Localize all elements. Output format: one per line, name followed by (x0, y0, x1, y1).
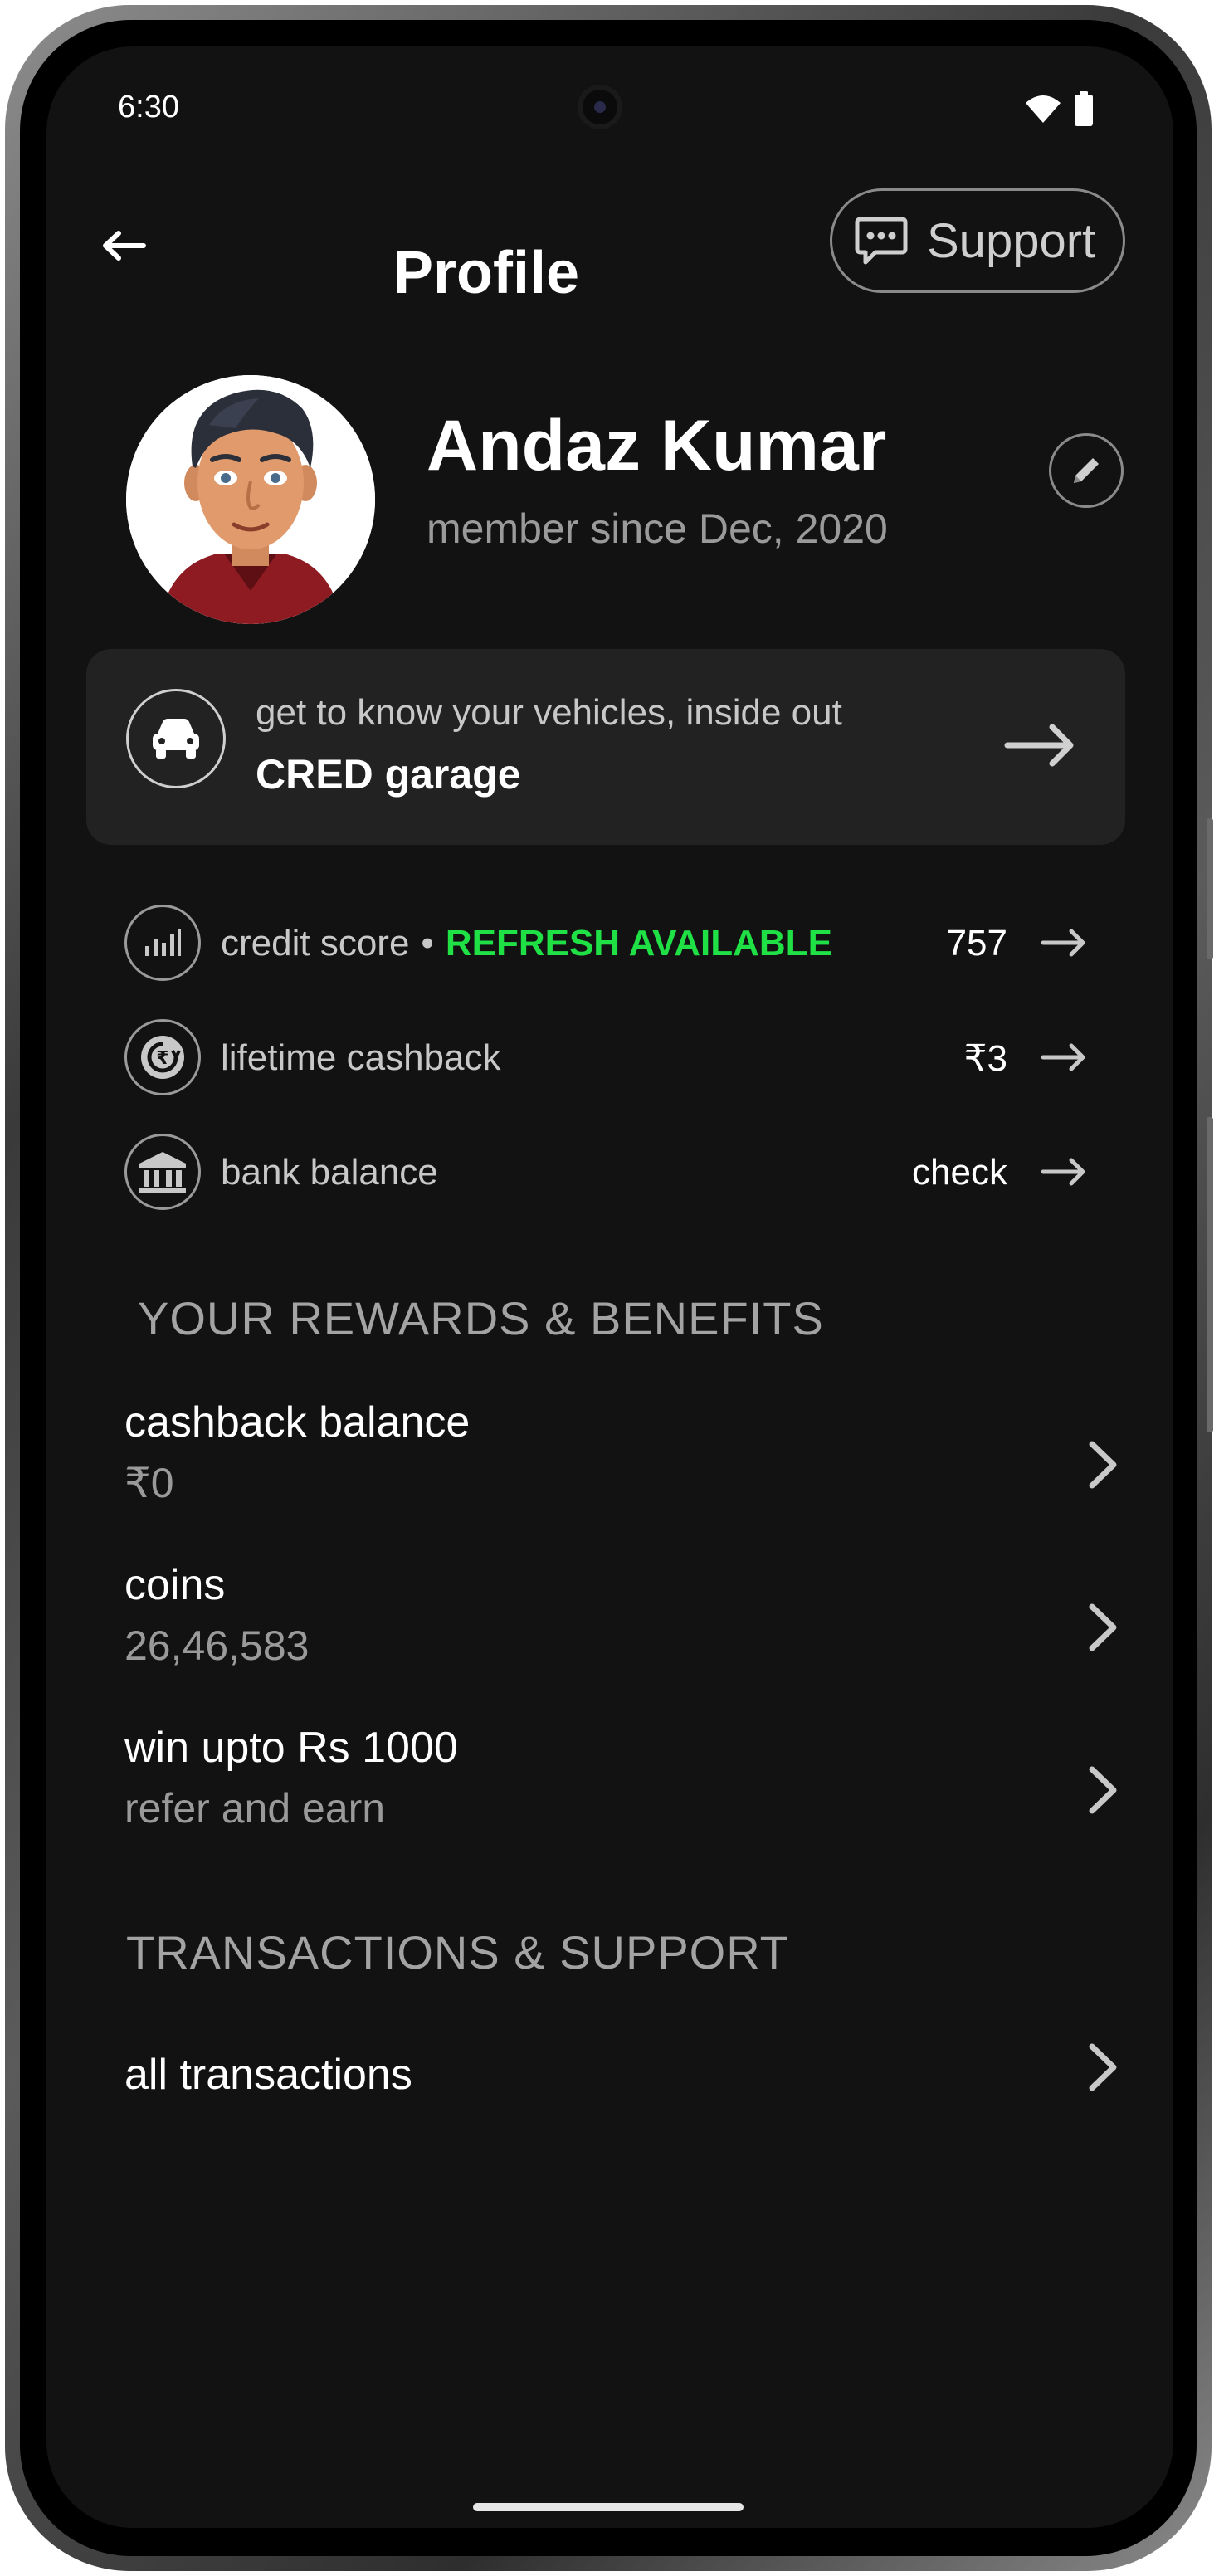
chevron-right-icon (1089, 1441, 1117, 1489)
credit-score-row[interactable]: credit score • REFRESH AVAILABLE 757 (124, 905, 1087, 981)
car-icon (126, 689, 226, 788)
chat-bubble-icon (855, 217, 908, 265)
status-icons (1024, 91, 1094, 130)
bank-balance-label: bank balance (221, 1152, 438, 1193)
cred-garage-card[interactable]: get to know your vehicles, inside out CR… (86, 649, 1125, 845)
svg-text:₹: ₹ (156, 1048, 168, 1069)
cashback-icon: ₹ (124, 1019, 201, 1095)
bank-balance-row[interactable]: bank balance check (124, 1134, 1087, 1210)
back-button[interactable] (91, 212, 158, 279)
refer-and-earn-item[interactable]: win upto Rs 1000 refer and earn (124, 1723, 1120, 1832)
credit-score-text: credit score (221, 923, 410, 964)
power-button (1207, 1117, 1213, 1432)
page-title: Profile (393, 240, 580, 306)
app-screen: 6:30 Profile Support Andaz Kumar member … (46, 46, 1173, 2528)
user-name: Andaz Kumar (427, 406, 887, 485)
edit-profile-button[interactable] (1049, 433, 1124, 508)
arrow-right-icon (1041, 1042, 1087, 1076)
coins-title: coins (124, 1561, 226, 1609)
lifetime-cashback-label: lifetime cashback (221, 1037, 501, 1078)
cashback-balance-title: cashback balance (124, 1398, 471, 1447)
chevron-right-icon (1089, 2043, 1117, 2091)
arrow-right-icon (1004, 722, 1075, 773)
all-transactions-item[interactable]: all transactions (124, 2043, 1120, 2100)
bar-chart-icon (124, 905, 201, 981)
volume-button (1207, 818, 1213, 959)
support-button[interactable]: Support (830, 188, 1125, 293)
avatar[interactable] (126, 375, 375, 624)
arrow-right-icon (1041, 928, 1087, 962)
back-arrow-icon (103, 231, 146, 261)
wifi-icon (1024, 93, 1062, 129)
chevron-right-icon (1089, 1603, 1117, 1651)
front-camera (578, 85, 622, 129)
refer-subtitle: refer and earn (124, 1785, 386, 1832)
garage-subtitle: get to know your vehicles, inside out (256, 692, 842, 733)
lifetime-cashback-value: ₹3 (963, 1038, 1007, 1079)
status-time: 6:30 (118, 90, 179, 124)
coins-item[interactable]: coins 26,46,583 (124, 1560, 1120, 1670)
garage-title: CRED garage (256, 751, 521, 798)
rewards-section-title: YOUR REWARDS & BENEFITS (138, 1292, 824, 1344)
bank-balance-value[interactable]: check (912, 1152, 1007, 1193)
battery-icon (1074, 91, 1094, 130)
member-since: member since Dec, 2020 (427, 505, 888, 552)
home-indicator[interactable] (473, 2503, 744, 2511)
transactions-section-title: TRANSACTIONS & SUPPORT (126, 1926, 789, 1978)
bank-icon (124, 1134, 201, 1210)
coins-value: 26,46,583 (124, 1622, 310, 1669)
support-label: Support (927, 213, 1096, 268)
cashback-balance-value: ₹0 (124, 1460, 174, 1506)
cashback-balance-item[interactable]: cashback balance ₹0 (124, 1398, 1120, 1507)
lifetime-cashback-row[interactable]: ₹ lifetime cashback ₹3 (124, 1019, 1087, 1095)
credit-score-value: 757 (946, 923, 1007, 964)
arrow-right-icon (1041, 1157, 1087, 1191)
all-transactions-title: all transactions (124, 2051, 412, 2099)
refresh-available-badge[interactable]: REFRESH AVAILABLE (446, 923, 832, 964)
credit-score-label: credit score • REFRESH AVAILABLE (221, 923, 832, 964)
separator-dot: • (421, 923, 434, 964)
avatar-illustration (126, 375, 375, 624)
pencil-icon (1074, 458, 1099, 483)
chevron-right-icon (1089, 1766, 1117, 1814)
refer-title: win upto Rs 1000 (124, 1724, 458, 1772)
